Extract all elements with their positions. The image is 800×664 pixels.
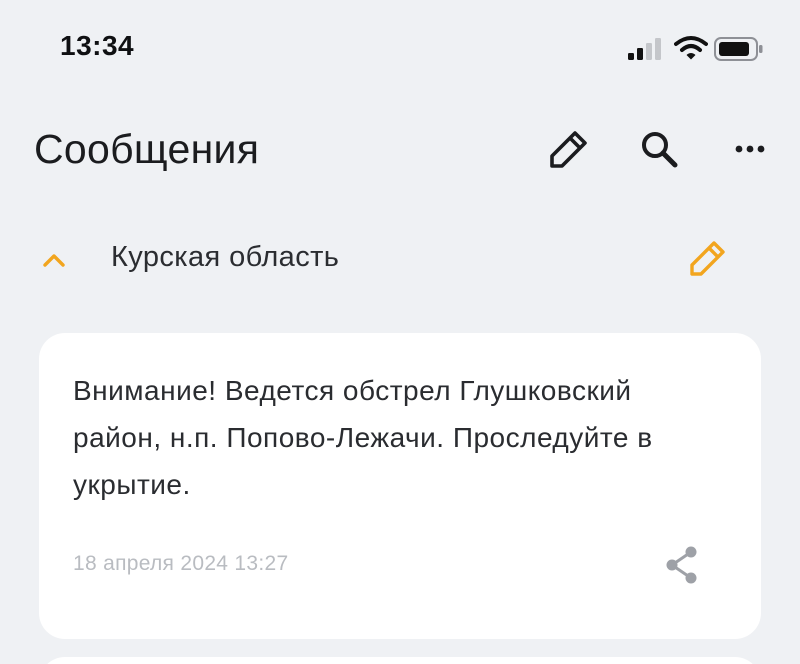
wifi-icon [674, 36, 708, 60]
message-card[interactable] [39, 657, 761, 664]
status-bar: 13:34 [0, 0, 800, 95]
region-section-header[interactable]: Курская область [0, 230, 800, 288]
chevron-up-icon[interactable] [40, 246, 68, 272]
page-title: Сообщения [34, 126, 260, 172]
message-text: Внимание! Ведется обстрел Глушковский ра… [73, 375, 653, 500]
more-icon [735, 145, 765, 153]
screen: 13:34 Сообщения Курская область Внимание… [0, 0, 800, 664]
search-button[interactable] [634, 124, 684, 174]
compose-button[interactable] [544, 124, 594, 174]
battery-icon [714, 37, 763, 61]
search-icon [642, 132, 678, 168]
region-name: Курская область [111, 241, 340, 273]
pencil-icon [550, 131, 587, 168]
status-time: 13:34 [60, 30, 135, 61]
more-button[interactable] [727, 124, 777, 174]
message-date: 18 апреля 2024 13:27 [73, 552, 289, 575]
pencil-icon[interactable] [684, 236, 730, 282]
share-icon[interactable] [659, 542, 705, 588]
message-card[interactable]: Внимание! Ведется обстрел Глушковский ра… [39, 333, 761, 639]
header: Сообщения [0, 110, 800, 186]
signal-icon [628, 38, 661, 60]
